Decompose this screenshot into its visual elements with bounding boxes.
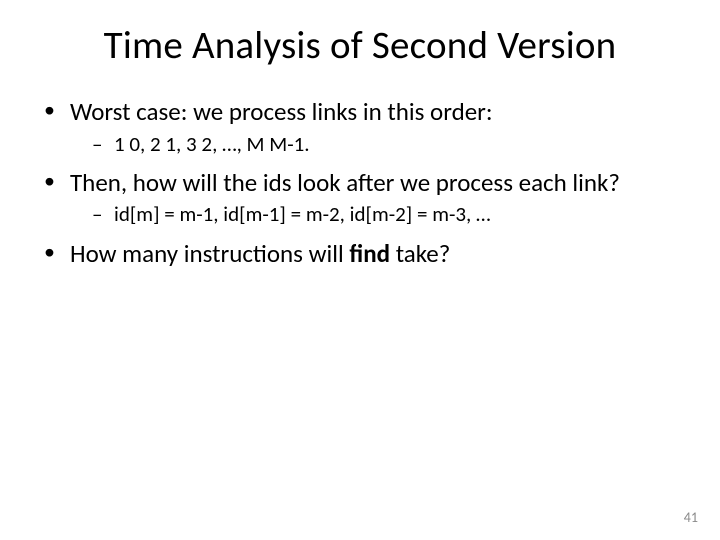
bullet-worst-case: Worst case: we process links in this ord… — [44, 97, 682, 158]
bullet-text-post: take? — [390, 238, 450, 269]
sub-bullet-text: id[m] = m-1, id[m-1] = m-2, id[m-2] = m-… — [114, 201, 491, 227]
sub-list: 1 0, 2 1, 3 2, …, M M-1. — [70, 131, 682, 158]
bullet-text-bold: find — [349, 238, 390, 269]
bullet-find-instructions: How many instructions will find take? — [44, 239, 682, 269]
page-number: 41 — [684, 509, 698, 526]
sub-bullet-text: 1 0, 2 1, 3 2, …, M M-1. — [114, 131, 310, 157]
sub-bullet-id-formula: id[m] = m-1, id[m-1] = m-2, id[m-2] = m-… — [92, 201, 682, 228]
bullet-text-pre: How many instructions will — [70, 238, 349, 269]
bullet-text: Then, how will the ids look after we pro… — [70, 167, 620, 198]
sub-list: id[m] = m-1, id[m-1] = m-2, id[m-2] = m-… — [70, 201, 682, 228]
bullet-list: Worst case: we process links in this ord… — [38, 97, 682, 268]
slide: Time Analysis of Second Version Worst ca… — [0, 0, 720, 540]
slide-title: Time Analysis of Second Version — [38, 22, 682, 69]
bullet-text: Worst case: we process links in this ord… — [70, 96, 493, 127]
sub-bullet-sequence: 1 0, 2 1, 3 2, …, M M-1. — [92, 131, 682, 158]
bullet-ids-look: Then, how will the ids look after we pro… — [44, 168, 682, 229]
